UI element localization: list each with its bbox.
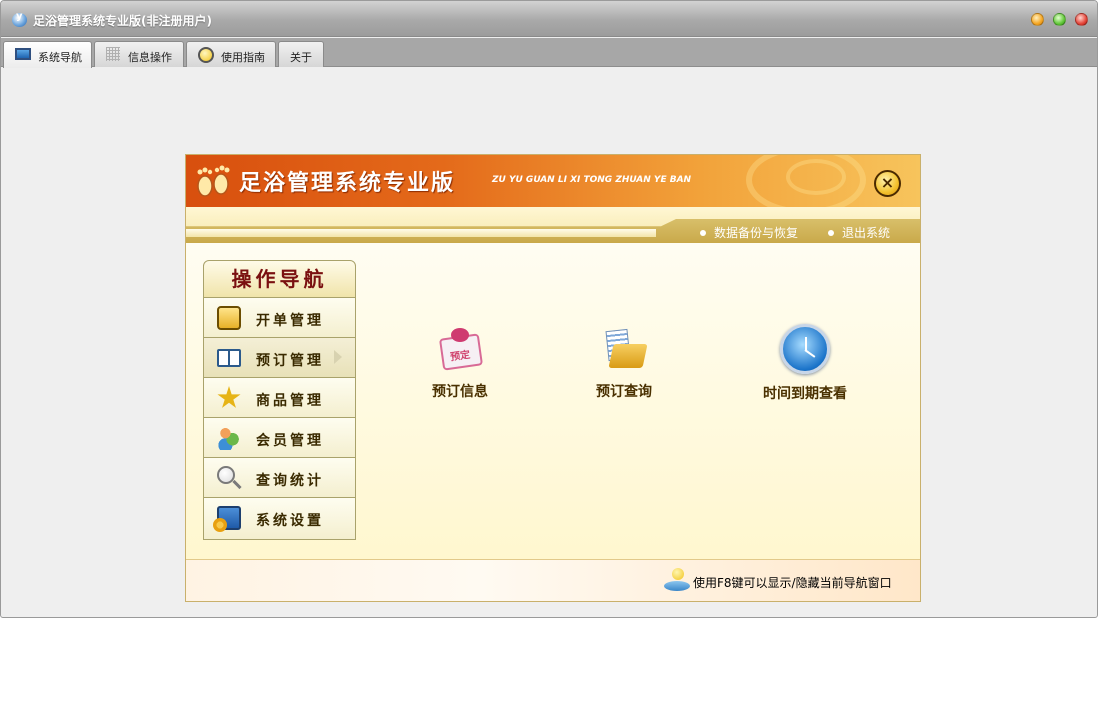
booking-query-button[interactable]: 预订查询 [592, 328, 656, 401]
title-bar[interactable]: 足浴管理系统专业版(非注册用户) [1, 1, 1097, 37]
nav-item-label: 预订管理 [256, 353, 324, 369]
close-window-button[interactable] [1075, 13, 1088, 26]
banner-decoration [786, 159, 846, 195]
grid-icon [106, 47, 120, 61]
tab-info-operations[interactable]: 信息操作 [94, 41, 184, 67]
nav-item-orders[interactable]: 开单管理 [203, 298, 356, 338]
action-label: 预订查询 [596, 384, 652, 400]
tab-label: 系统导航 [38, 51, 82, 64]
booking-info-button[interactable]: 预定 预订信息 [428, 328, 492, 401]
nav-item-goods[interactable]: 商品管理 [203, 378, 356, 418]
book-icon [217, 349, 241, 367]
maximize-button[interactable] [1053, 13, 1066, 26]
stripe-line [186, 229, 656, 237]
nav-item-label: 商品管理 [256, 393, 324, 409]
close-panel-button[interactable]: × [874, 170, 901, 197]
nav-item-label: 查询统计 [256, 473, 324, 489]
nav-item-label: 会员管理 [256, 433, 324, 449]
nav-item-booking[interactable]: 预订管理 [203, 338, 356, 378]
tab-system-navigation[interactable]: 系统导航 [3, 41, 92, 68]
star-icon [217, 386, 241, 408]
magnifier-icon [217, 466, 235, 484]
nav-item-label: 开单管理 [256, 313, 324, 329]
folder-query-icon [601, 328, 648, 372]
tab-bar: 系统导航 信息操作 使用指南 关于 [1, 38, 1097, 68]
feet-logo-icon [197, 165, 230, 197]
monitor-icon [15, 48, 31, 60]
note-icon [217, 306, 241, 330]
expiry-view-button[interactable]: 时间到期查看 [756, 324, 854, 403]
backup-restore-link[interactable]: 数据备份与恢复 [700, 224, 798, 241]
action-label: 预订信息 [432, 384, 488, 400]
navigation-panel: 足浴管理系统专业版 ZU YU GUAN LI XI TONG ZHUAN YE… [185, 154, 921, 602]
tab-label: 使用指南 [221, 51, 265, 64]
nav-heading: 操作导航 [203, 260, 356, 298]
operation-nav: 操作导航 开单管理 预订管理 商品管理 会员管理 查询统计 系统设置 [203, 260, 356, 540]
booking-icon: 预定 [437, 328, 484, 372]
exit-system-link[interactable]: 退出系统 [828, 224, 890, 241]
banner: 足浴管理系统专业版 ZU YU GUAN LI XI TONG ZHUAN YE… [186, 155, 920, 215]
nav-item-settings[interactable]: 系统设置 [203, 498, 356, 540]
help-icon [198, 47, 214, 63]
tab-label: 信息操作 [128, 51, 172, 64]
nav-item-label: 系统设置 [256, 513, 324, 529]
clock-icon [780, 324, 830, 374]
close-icon: × [880, 173, 895, 192]
tab-about[interactable]: 关于 [278, 41, 324, 67]
users-icon [217, 426, 241, 450]
action-label: 时间到期查看 [763, 386, 847, 402]
chevron-right-icon [334, 350, 342, 364]
hint-text: 使用F8键可以显示/隐藏当前导航窗口 [693, 576, 892, 590]
minimize-button[interactable] [1031, 13, 1044, 26]
app-logo-icon [12, 11, 27, 27]
nav-item-members[interactable]: 会员管理 [203, 418, 356, 458]
hint-bar: 使用F8键可以显示/隐藏当前导航窗口 [186, 559, 920, 601]
tab-label: 关于 [290, 51, 312, 64]
content-area: 操作导航 开单管理 预订管理 商品管理 会员管理 查询统计 系统设置 预定 预订… [186, 243, 920, 559]
banner-subtitle: ZU YU GUAN LI XI TONG ZHUAN YE BAN [492, 175, 692, 185]
tab-user-guide[interactable]: 使用指南 [186, 41, 276, 67]
window-title: 足浴管理系统专业版(非注册用户) [33, 14, 212, 28]
lightbulb-icon [664, 568, 690, 594]
banner-title: 足浴管理系统专业版 [239, 171, 456, 196]
nav-item-statistics[interactable]: 查询统计 [203, 458, 356, 498]
settings-icon [213, 506, 241, 532]
